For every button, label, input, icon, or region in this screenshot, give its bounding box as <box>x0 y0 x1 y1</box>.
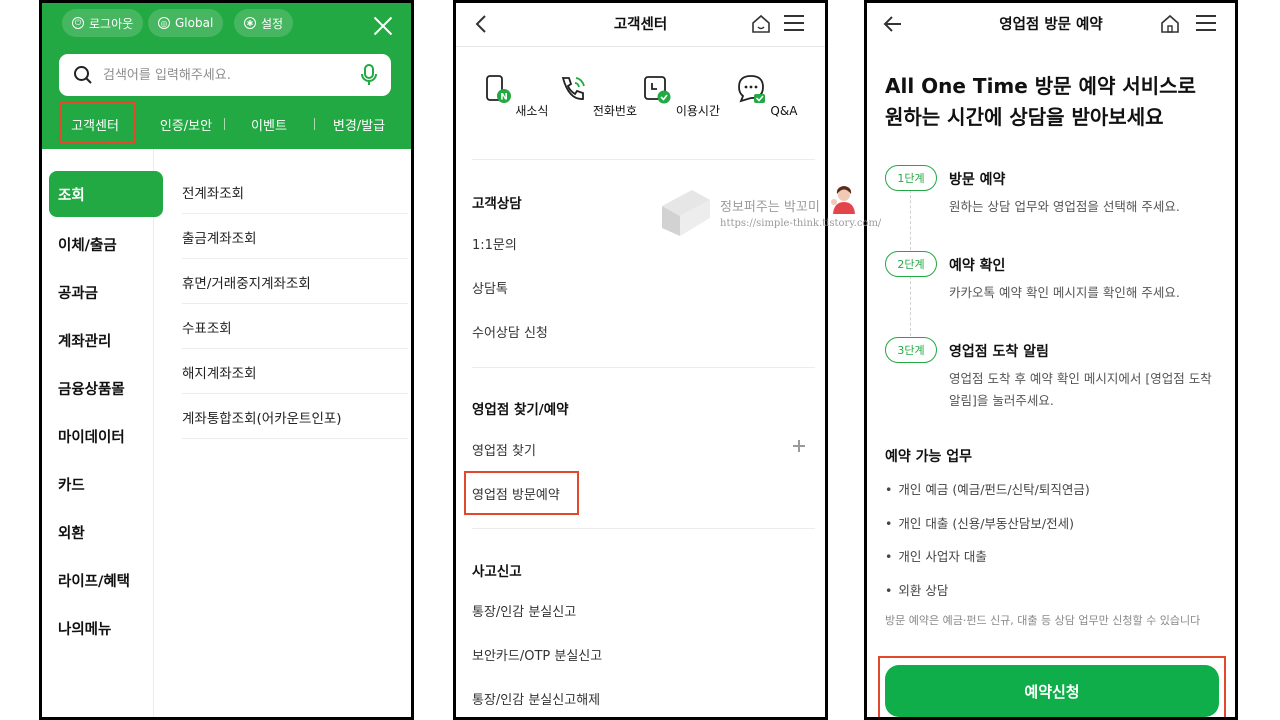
headline: All One Time 방문 예약 서비스로 원하는 시간에 상담을 받아보세… <box>885 71 1196 133</box>
available-item: 개인 사업자 대출 <box>885 546 986 565</box>
home-icon[interactable] <box>1160 14 1180 34</box>
news-phone-icon: N <box>485 75 511 103</box>
quick-news-label: 새소식 <box>515 104 549 118</box>
quick-hours[interactable]: 이용시간 <box>640 73 720 119</box>
category-utility[interactable]: 공과금 <box>58 282 98 303</box>
item-1to1-inquiry[interactable]: 1:1문의 <box>472 234 517 253</box>
step-desc-3: 영업점 도착 후 예약 확인 메시지에서 [영업점 도착 알림]을 눌러주세요. <box>949 371 1212 408</box>
quick-qna-label: Q&A <box>770 104 798 118</box>
available-item: 외환 상담 <box>885 580 948 599</box>
quick-qna[interactable]: Q&A <box>726 73 806 118</box>
subitem-withdraw-accounts[interactable]: 출금계좌조회 <box>182 214 408 259</box>
step-connector <box>910 276 911 336</box>
global-button[interactable]: ◎ Global <box>148 9 224 37</box>
category-account[interactable]: 계좌관리 <box>58 330 111 351</box>
header: 영업점 방문 예약 <box>867 3 1235 47</box>
branch-reservation-panel: 영업점 방문 예약 All One Time 방문 예약 서비스로 원하는 시간… <box>864 0 1238 720</box>
subitem-dormant-accounts[interactable]: 휴면/거래중지계좌조회 <box>182 259 408 304</box>
chat-bubble-icon <box>737 75 765 103</box>
section-title-consult: 고객상담 <box>472 196 522 212</box>
global-label: Global <box>175 16 214 30</box>
category-forex[interactable]: 외환 <box>58 522 85 543</box>
headline-line1: All One Time 방문 예약 서비스로 <box>885 74 1196 98</box>
search-input[interactable] <box>103 67 351 83</box>
step-title-3: 영업점 도착 알림 <box>949 344 1049 360</box>
step-badge-3: 3단계 <box>885 337 937 363</box>
settings-label: 설정 <box>261 16 284 31</box>
all-menu-panel: ⏻ 로그아웃 ◎ Global ✱ 설정 고객센터 인증/보안 이벤트 변경/발… <box>39 0 414 720</box>
quick-news[interactable]: N 새소식 <box>474 73 554 119</box>
watermark-name: 정보퍼주는 박꼬미 <box>720 200 820 215</box>
highlight-box <box>464 471 579 515</box>
customer-center-panel: 고객센터 N 새소식 전화번호 이용시간 Q&A 고객상담 1:1문의 상담톡 … <box>453 0 828 720</box>
item-release-lost[interactable]: 통장/인감 분실신고해제 <box>472 689 600 708</box>
item-find-branch[interactable]: 영업점 찾기 <box>472 440 536 459</box>
step-desc-1: 원하는 상담 업무와 영업점을 선택해 주세요. <box>949 199 1180 214</box>
category-inquiry[interactable]: 조회 <box>49 171 163 217</box>
highlight-box <box>59 101 136 144</box>
category-list: 조회 이체/출금 공과금 계좌관리 금융상품몰 마이데이터 카드 외환 라이프/… <box>42 149 163 717</box>
microphone-icon[interactable] <box>361 64 377 86</box>
globe-icon: ◎ <box>158 17 170 29</box>
watermark-url: https://simple-think.tistory.com/ <box>720 218 882 229</box>
watermark-character-icon <box>831 186 855 214</box>
category-card[interactable]: 카드 <box>58 474 85 495</box>
gear-icon: ✱ <box>244 17 256 29</box>
divider <box>472 159 815 160</box>
headline-line2: 원하는 시간에 상담을 받아보세요 <box>885 105 1164 129</box>
section-title-branch: 영업점 찾기/예약 <box>472 402 569 418</box>
step-badge-2: 2단계 <box>885 251 937 277</box>
svg-text:N: N <box>500 93 508 103</box>
available-title: 예약 가능 업무 <box>885 449 973 465</box>
category-life[interactable]: 라이프/혜택 <box>58 570 130 591</box>
quick-phone[interactable]: 전화번호 <box>557 73 637 119</box>
subitem-all-accounts[interactable]: 전계좌조회 <box>182 169 408 214</box>
item-sign-language[interactable]: 수어상담 신청 <box>472 322 548 341</box>
logout-button[interactable]: ⏻ 로그아웃 <box>62 9 144 37</box>
reservation-note: 방문 예약은 예금·펀드 신규, 대출 등 상담 업무만 신청할 수 있습니다 <box>885 614 1201 627</box>
settings-button[interactable]: ✱ 설정 <box>234 9 294 37</box>
item-lost-otp[interactable]: 보안카드/OTP 분실신고 <box>472 645 602 664</box>
subitem-account-info[interactable]: 계좌통합조회(어카운트인포) <box>182 394 408 439</box>
hamburger-menu-icon[interactable] <box>1196 15 1216 33</box>
power-icon: ⏻ <box>72 17 84 29</box>
divider <box>472 528 815 529</box>
category-products[interactable]: 금융상품몰 <box>58 378 125 399</box>
quick-phone-label: 전화번호 <box>592 104 637 118</box>
home-icon[interactable] <box>751 14 771 34</box>
item-chat-consult[interactable]: 상담톡 <box>472 278 508 297</box>
tab-event[interactable]: 이벤트 <box>224 115 314 134</box>
step-connector <box>910 190 911 250</box>
search-icon <box>74 66 92 84</box>
tab-change-issue[interactable]: 변경/발급 <box>314 115 404 134</box>
section-title-accident: 사고신고 <box>472 564 522 580</box>
category-mydata[interactable]: 마이데이터 <box>58 426 125 447</box>
divider <box>472 367 815 368</box>
category-mymenu[interactable]: 나의메뉴 <box>58 618 111 639</box>
header: 고객센터 <box>456 3 825 47</box>
search-box[interactable] <box>59 54 391 96</box>
plus-icon[interactable] <box>793 440 805 452</box>
subitem-check-inquiry[interactable]: 수표조회 <box>182 304 408 349</box>
clock-check-icon <box>644 76 671 104</box>
subitem-closed-accounts[interactable]: 해지계좌조회 <box>182 349 408 394</box>
tab-auth-security[interactable]: 인증/보안 <box>148 115 224 134</box>
blog-watermark: 정보퍼주는 박꼬미 https://simple-think.tistory.c… <box>658 182 898 242</box>
category-transfer[interactable]: 이체/출금 <box>58 234 117 255</box>
available-item: 개인 대출 (신용/부동산담보/전세) <box>885 513 1074 532</box>
highlight-box <box>878 656 1226 717</box>
step-desc-2: 카카오톡 예약 확인 메시지를 확인해 주세요. <box>949 285 1180 300</box>
quick-hours-label: 이용시간 <box>675 104 720 118</box>
available-item: 개인 예금 (예금/펀드/신탁/퇴직연금) <box>885 479 1089 498</box>
phone-call-icon <box>561 77 585 100</box>
step-title-2: 예약 확인 <box>949 258 1006 274</box>
close-icon[interactable] <box>373 16 393 36</box>
watermark-cube-icon <box>662 190 710 236</box>
step-title-1: 방문 예약 <box>949 172 1006 188</box>
item-lost-passbook[interactable]: 통장/인감 분실신고 <box>472 601 576 620</box>
logout-label: 로그아웃 <box>89 16 134 31</box>
hamburger-menu-icon[interactable] <box>784 15 804 33</box>
